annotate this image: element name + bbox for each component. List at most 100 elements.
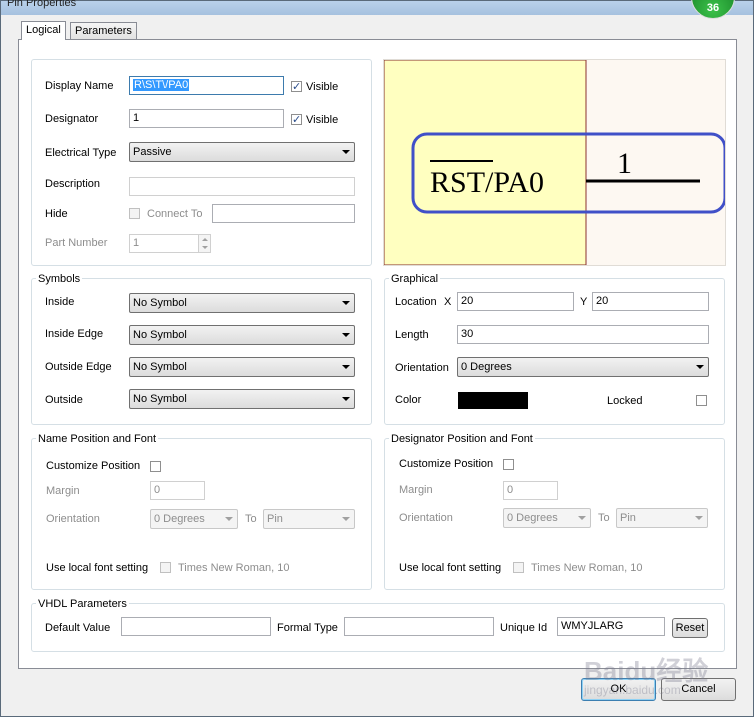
pin-preview: RST/PA0 1 bbox=[383, 59, 727, 266]
length-input[interactable]: 30 bbox=[457, 325, 709, 344]
designator-local-font-checkbox[interactable] bbox=[513, 562, 524, 573]
chevron-down-icon bbox=[342, 397, 350, 401]
designator-orientation-value: 0 Degrees bbox=[507, 512, 558, 524]
chevron-down-icon bbox=[696, 365, 704, 369]
outside-symbol-value: No Symbol bbox=[133, 393, 187, 405]
connect-to-input[interactable] bbox=[212, 204, 355, 223]
orientation-value: 0 Degrees bbox=[461, 361, 512, 373]
name-orientation-value: 0 Degrees bbox=[154, 513, 205, 525]
location-y-input[interactable]: 20 bbox=[592, 292, 709, 311]
hide-checkbox[interactable] bbox=[129, 208, 140, 219]
formal-type-input[interactable] bbox=[344, 617, 494, 636]
tab-logical[interactable]: Logical bbox=[21, 21, 66, 40]
location-label: Location bbox=[395, 296, 437, 308]
name-position-group-title: Name Position and Font bbox=[36, 433, 159, 445]
chevron-down-icon bbox=[695, 516, 703, 520]
symbols-group-title: Symbols bbox=[36, 273, 83, 285]
spin-down-icon bbox=[202, 246, 208, 249]
outside-edge-symbol-value: No Symbol bbox=[133, 361, 187, 373]
color-swatch[interactable] bbox=[458, 392, 528, 409]
designator-margin-input[interactable]: 0 bbox=[503, 481, 558, 500]
outside-edge-symbol-select[interactable]: No Symbol bbox=[129, 357, 355, 377]
electrical-type-select[interactable]: Passive bbox=[129, 142, 355, 162]
designator-label: Designator bbox=[45, 113, 99, 125]
name-to-value: Pin bbox=[267, 513, 283, 525]
locked-checkbox[interactable] bbox=[696, 395, 707, 406]
chevron-down-icon bbox=[342, 301, 350, 305]
inside-edge-label: Inside Edge bbox=[45, 328, 104, 340]
orientation-select[interactable]: 0 Degrees bbox=[457, 357, 709, 377]
display-name-visible-checkbox[interactable]: ✓ bbox=[291, 81, 302, 93]
chevron-down-icon bbox=[342, 150, 350, 154]
pin-designator-text: 1 bbox=[617, 147, 632, 180]
designator-input[interactable]: 1 bbox=[129, 109, 284, 128]
default-value-input[interactable] bbox=[121, 617, 271, 636]
part-number-input[interactable]: 1 bbox=[129, 234, 199, 253]
reset-button[interactable]: Reset bbox=[672, 618, 708, 638]
inside-edge-symbol-select[interactable]: No Symbol bbox=[129, 325, 355, 345]
name-margin-label: Margin bbox=[46, 485, 80, 497]
unique-id-input[interactable]: WMYJLARG bbox=[557, 617, 665, 636]
name-font-value[interactable]: Times New Roman, 10 bbox=[178, 562, 289, 574]
designator-margin-label: Margin bbox=[399, 484, 433, 496]
vhdl-parameters-group-title: VHDL Parameters bbox=[36, 598, 129, 610]
spin-up-icon bbox=[202, 238, 208, 241]
name-local-font-checkbox[interactable] bbox=[160, 562, 171, 573]
description-label: Description bbox=[45, 178, 101, 190]
electrical-type-value: Passive bbox=[133, 146, 172, 158]
watermark-brand-text: Baidu bbox=[584, 656, 657, 686]
designator-customize-position-label: Customize Position bbox=[399, 458, 494, 470]
pin-name-text: RST/PA0 bbox=[430, 166, 544, 199]
unique-id-label: Unique Id bbox=[500, 622, 548, 634]
name-margin-input[interactable]: 0 bbox=[150, 481, 205, 500]
watermark-url: jingyan.baidu.com bbox=[584, 683, 681, 697]
designator-orientation-select[interactable]: 0 Degrees bbox=[503, 508, 591, 528]
location-y-label: Y bbox=[580, 296, 588, 308]
location-x-label: X bbox=[444, 296, 452, 308]
name-customize-position-label: Customize Position bbox=[46, 460, 141, 472]
designator-customize-position-checkbox[interactable] bbox=[503, 459, 514, 470]
part-number-spinner[interactable] bbox=[198, 234, 211, 253]
name-local-font-label: Use local font setting bbox=[46, 562, 149, 574]
inside-symbol-select[interactable]: No Symbol bbox=[129, 293, 355, 313]
watermark-chinese-text: 经验 bbox=[656, 656, 709, 686]
designator-visible-checkbox[interactable]: ✓ bbox=[291, 114, 302, 126]
orientation-label: Orientation bbox=[395, 362, 449, 374]
name-to-select[interactable]: Pin bbox=[263, 509, 355, 529]
connect-to-label: Connect To bbox=[147, 208, 203, 220]
length-label: Length bbox=[395, 329, 429, 341]
electrical-type-label: Electrical Type bbox=[45, 147, 117, 159]
locked-label: Locked bbox=[607, 395, 643, 407]
outside-symbol-select[interactable]: No Symbol bbox=[129, 389, 355, 409]
pin-properties-dialog: Pin Properties 36 Logical Parameters Dis… bbox=[0, 0, 754, 717]
location-x-input[interactable]: 20 bbox=[457, 292, 574, 311]
display-name-value: R\S\T\/PA0 bbox=[133, 79, 190, 91]
designator-to-label: To bbox=[598, 512, 610, 524]
window-title: Pin Properties bbox=[7, 0, 77, 9]
inside-edge-symbol-value: No Symbol bbox=[133, 329, 187, 341]
designator-to-select[interactable]: Pin bbox=[616, 508, 708, 528]
outside-edge-label: Outside Edge bbox=[45, 361, 112, 373]
description-input[interactable] bbox=[129, 177, 355, 196]
outside-label: Outside bbox=[45, 394, 83, 406]
color-label: Color bbox=[395, 394, 422, 406]
name-orientation-label: Orientation bbox=[46, 513, 100, 525]
chevron-down-icon bbox=[342, 333, 350, 337]
chevron-down-icon bbox=[342, 365, 350, 369]
tab-parameters[interactable]: Parameters bbox=[70, 22, 137, 40]
designator-orientation-label: Orientation bbox=[399, 512, 453, 524]
graphical-group-title: Graphical bbox=[389, 273, 441, 285]
designator-local-font-label: Use local font setting bbox=[399, 562, 502, 574]
hide-label: Hide bbox=[45, 208, 68, 220]
chevron-down-icon bbox=[578, 516, 586, 520]
designator-font-value[interactable]: Times New Roman, 10 bbox=[531, 562, 642, 574]
display-name-input[interactable]: R\S\T\/PA0 bbox=[129, 76, 284, 95]
chevron-down-icon bbox=[342, 517, 350, 521]
title-bar[interactable]: Pin Properties bbox=[1, 0, 753, 15]
designator-visible-label: Visible bbox=[306, 114, 339, 126]
formal-type-label: Formal Type bbox=[277, 622, 338, 634]
name-orientation-select[interactable]: 0 Degrees bbox=[150, 509, 238, 529]
chevron-down-icon bbox=[225, 517, 233, 521]
designator-position-group-title: Designator Position and Font bbox=[389, 433, 535, 445]
name-customize-position-checkbox[interactable] bbox=[150, 461, 161, 472]
